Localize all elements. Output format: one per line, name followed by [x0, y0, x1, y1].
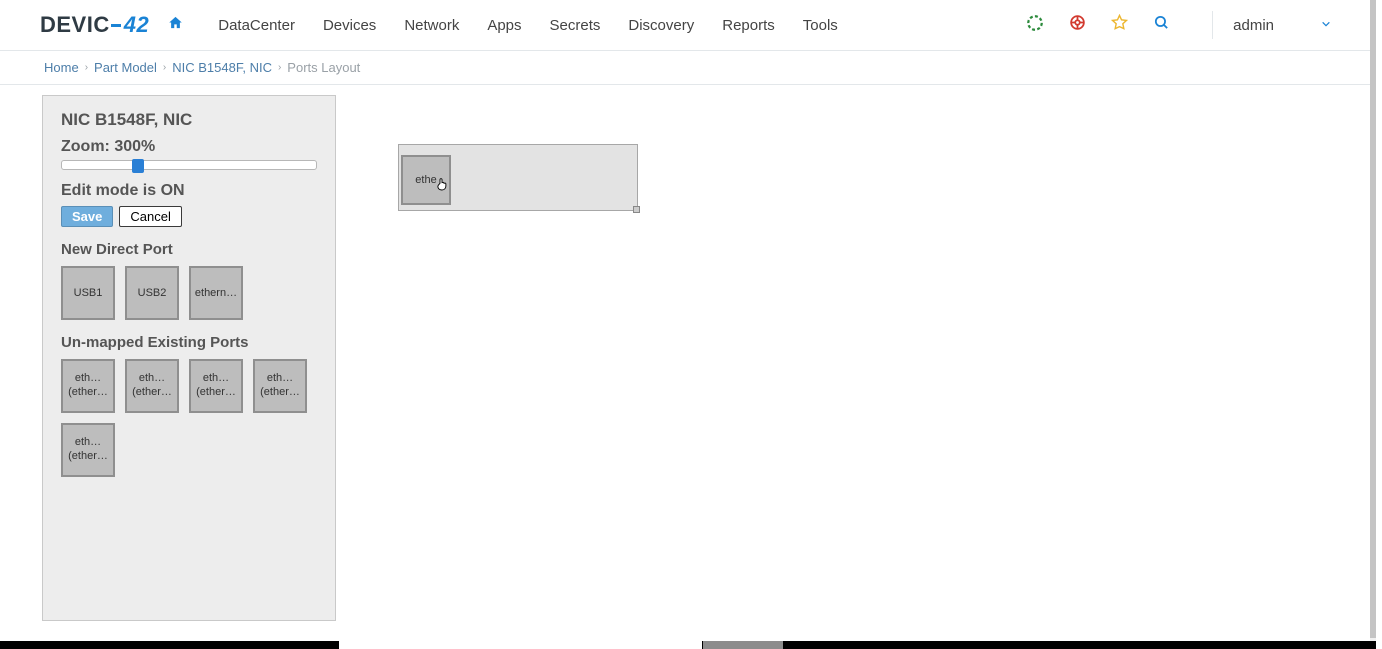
- page-scrollbar[interactable]: [1370, 0, 1376, 649]
- breadcrumb-current: Ports Layout: [287, 60, 360, 75]
- unmapped-port-tile[interactable]: eth…(ether…: [61, 359, 115, 413]
- port-tile-usb1[interactable]: USB1: [61, 266, 115, 320]
- bottom-strip-seg2: [703, 641, 783, 649]
- panel-title: NIC B1548F, NIC: [61, 110, 323, 130]
- window-bottom-strip: [0, 641, 1376, 649]
- direct-port-palette: USB1 USB2 ethern…: [61, 266, 323, 320]
- zoom-slider[interactable]: [61, 160, 317, 170]
- breadcrumb-home[interactable]: Home: [44, 60, 79, 75]
- support-icon[interactable]: [1066, 14, 1088, 36]
- nav-tools[interactable]: Tools: [789, 0, 852, 51]
- nav-devices[interactable]: Devices: [309, 0, 390, 51]
- device-outline[interactable]: ethe: [398, 144, 638, 211]
- unmapped-port-palette: eth…(ether… eth…(ether… eth…(ether… eth……: [61, 359, 323, 477]
- language-icon[interactable]: [1024, 14, 1046, 37]
- bottom-strip-seg: [339, 641, 702, 649]
- nav-secrets[interactable]: Secrets: [536, 0, 615, 51]
- user-name: admin: [1233, 17, 1274, 34]
- breadcrumb-sep: ›: [163, 62, 166, 73]
- main-content: NIC B1548F, NIC Zoom: 300% Edit mode is …: [0, 85, 1376, 621]
- port-label: eth…(ether…: [68, 436, 108, 464]
- edit-mode-label: Edit mode is ON: [61, 182, 323, 200]
- cancel-button[interactable]: Cancel: [119, 206, 181, 227]
- port-tile-ethernet[interactable]: ethern…: [189, 266, 243, 320]
- home-icon[interactable]: [167, 15, 184, 35]
- nav-discovery[interactable]: Discovery: [614, 0, 708, 51]
- topbar-right: admin: [1014, 11, 1358, 39]
- resize-handle[interactable]: [633, 206, 640, 213]
- nav-datacenter[interactable]: DataCenter: [204, 0, 309, 51]
- unmapped-ports-header: Un-mapped Existing Ports: [61, 334, 323, 351]
- brand-logo[interactable]: DEVIC 42: [40, 12, 149, 38]
- port-tile-usb2[interactable]: USB2: [125, 266, 179, 320]
- placed-port-ethernet[interactable]: ethe: [401, 155, 451, 205]
- breadcrumb-sep: ›: [278, 62, 281, 73]
- port-label: eth…(ether…: [260, 372, 300, 400]
- logo-text-a: DEVIC: [40, 12, 110, 37]
- breadcrumb: Home › Part Model › NIC B1548F, NIC › Po…: [0, 51, 1376, 85]
- port-label: eth…(ether…: [68, 372, 108, 400]
- search-icon[interactable]: [1150, 14, 1172, 36]
- save-button[interactable]: Save: [61, 206, 113, 227]
- placed-port-label: ethe: [415, 174, 436, 186]
- nav-network[interactable]: Network: [390, 0, 473, 51]
- scrollbar-thumb[interactable]: [1370, 0, 1376, 638]
- nav-reports[interactable]: Reports: [708, 0, 789, 51]
- chevron-down-icon: [1320, 18, 1332, 32]
- favorites-icon[interactable]: [1108, 14, 1130, 36]
- properties-panel: NIC B1548F, NIC Zoom: 300% Edit mode is …: [42, 95, 336, 621]
- user-menu[interactable]: admin: [1233, 17, 1358, 34]
- unmapped-port-tile[interactable]: eth…(ether…: [61, 423, 115, 477]
- topbar-separator: [1212, 11, 1213, 39]
- unmapped-port-tile[interactable]: eth…(ether…: [189, 359, 243, 413]
- unmapped-port-tile[interactable]: eth…(ether…: [253, 359, 307, 413]
- zoom-slider-thumb[interactable]: [132, 159, 144, 173]
- breadcrumb-part-model[interactable]: Part Model: [94, 60, 157, 75]
- logo-text-b: 42: [124, 12, 149, 38]
- port-label: eth…(ether…: [132, 372, 172, 400]
- logo-line-icon: [111, 24, 121, 27]
- new-direct-port-header: New Direct Port: [61, 241, 323, 258]
- port-label: eth…(ether…: [196, 372, 236, 400]
- layout-canvas[interactable]: ethe: [336, 95, 1376, 621]
- nav-apps[interactable]: Apps: [473, 0, 535, 51]
- unmapped-port-tile[interactable]: eth…(ether…: [125, 359, 179, 413]
- breadcrumb-sep: ›: [85, 62, 88, 73]
- breadcrumb-nic[interactable]: NIC B1548F, NIC: [172, 60, 272, 75]
- zoom-label: Zoom: 300%: [61, 138, 323, 156]
- top-navbar: DEVIC42 DataCenter Devices Network Apps …: [0, 0, 1376, 51]
